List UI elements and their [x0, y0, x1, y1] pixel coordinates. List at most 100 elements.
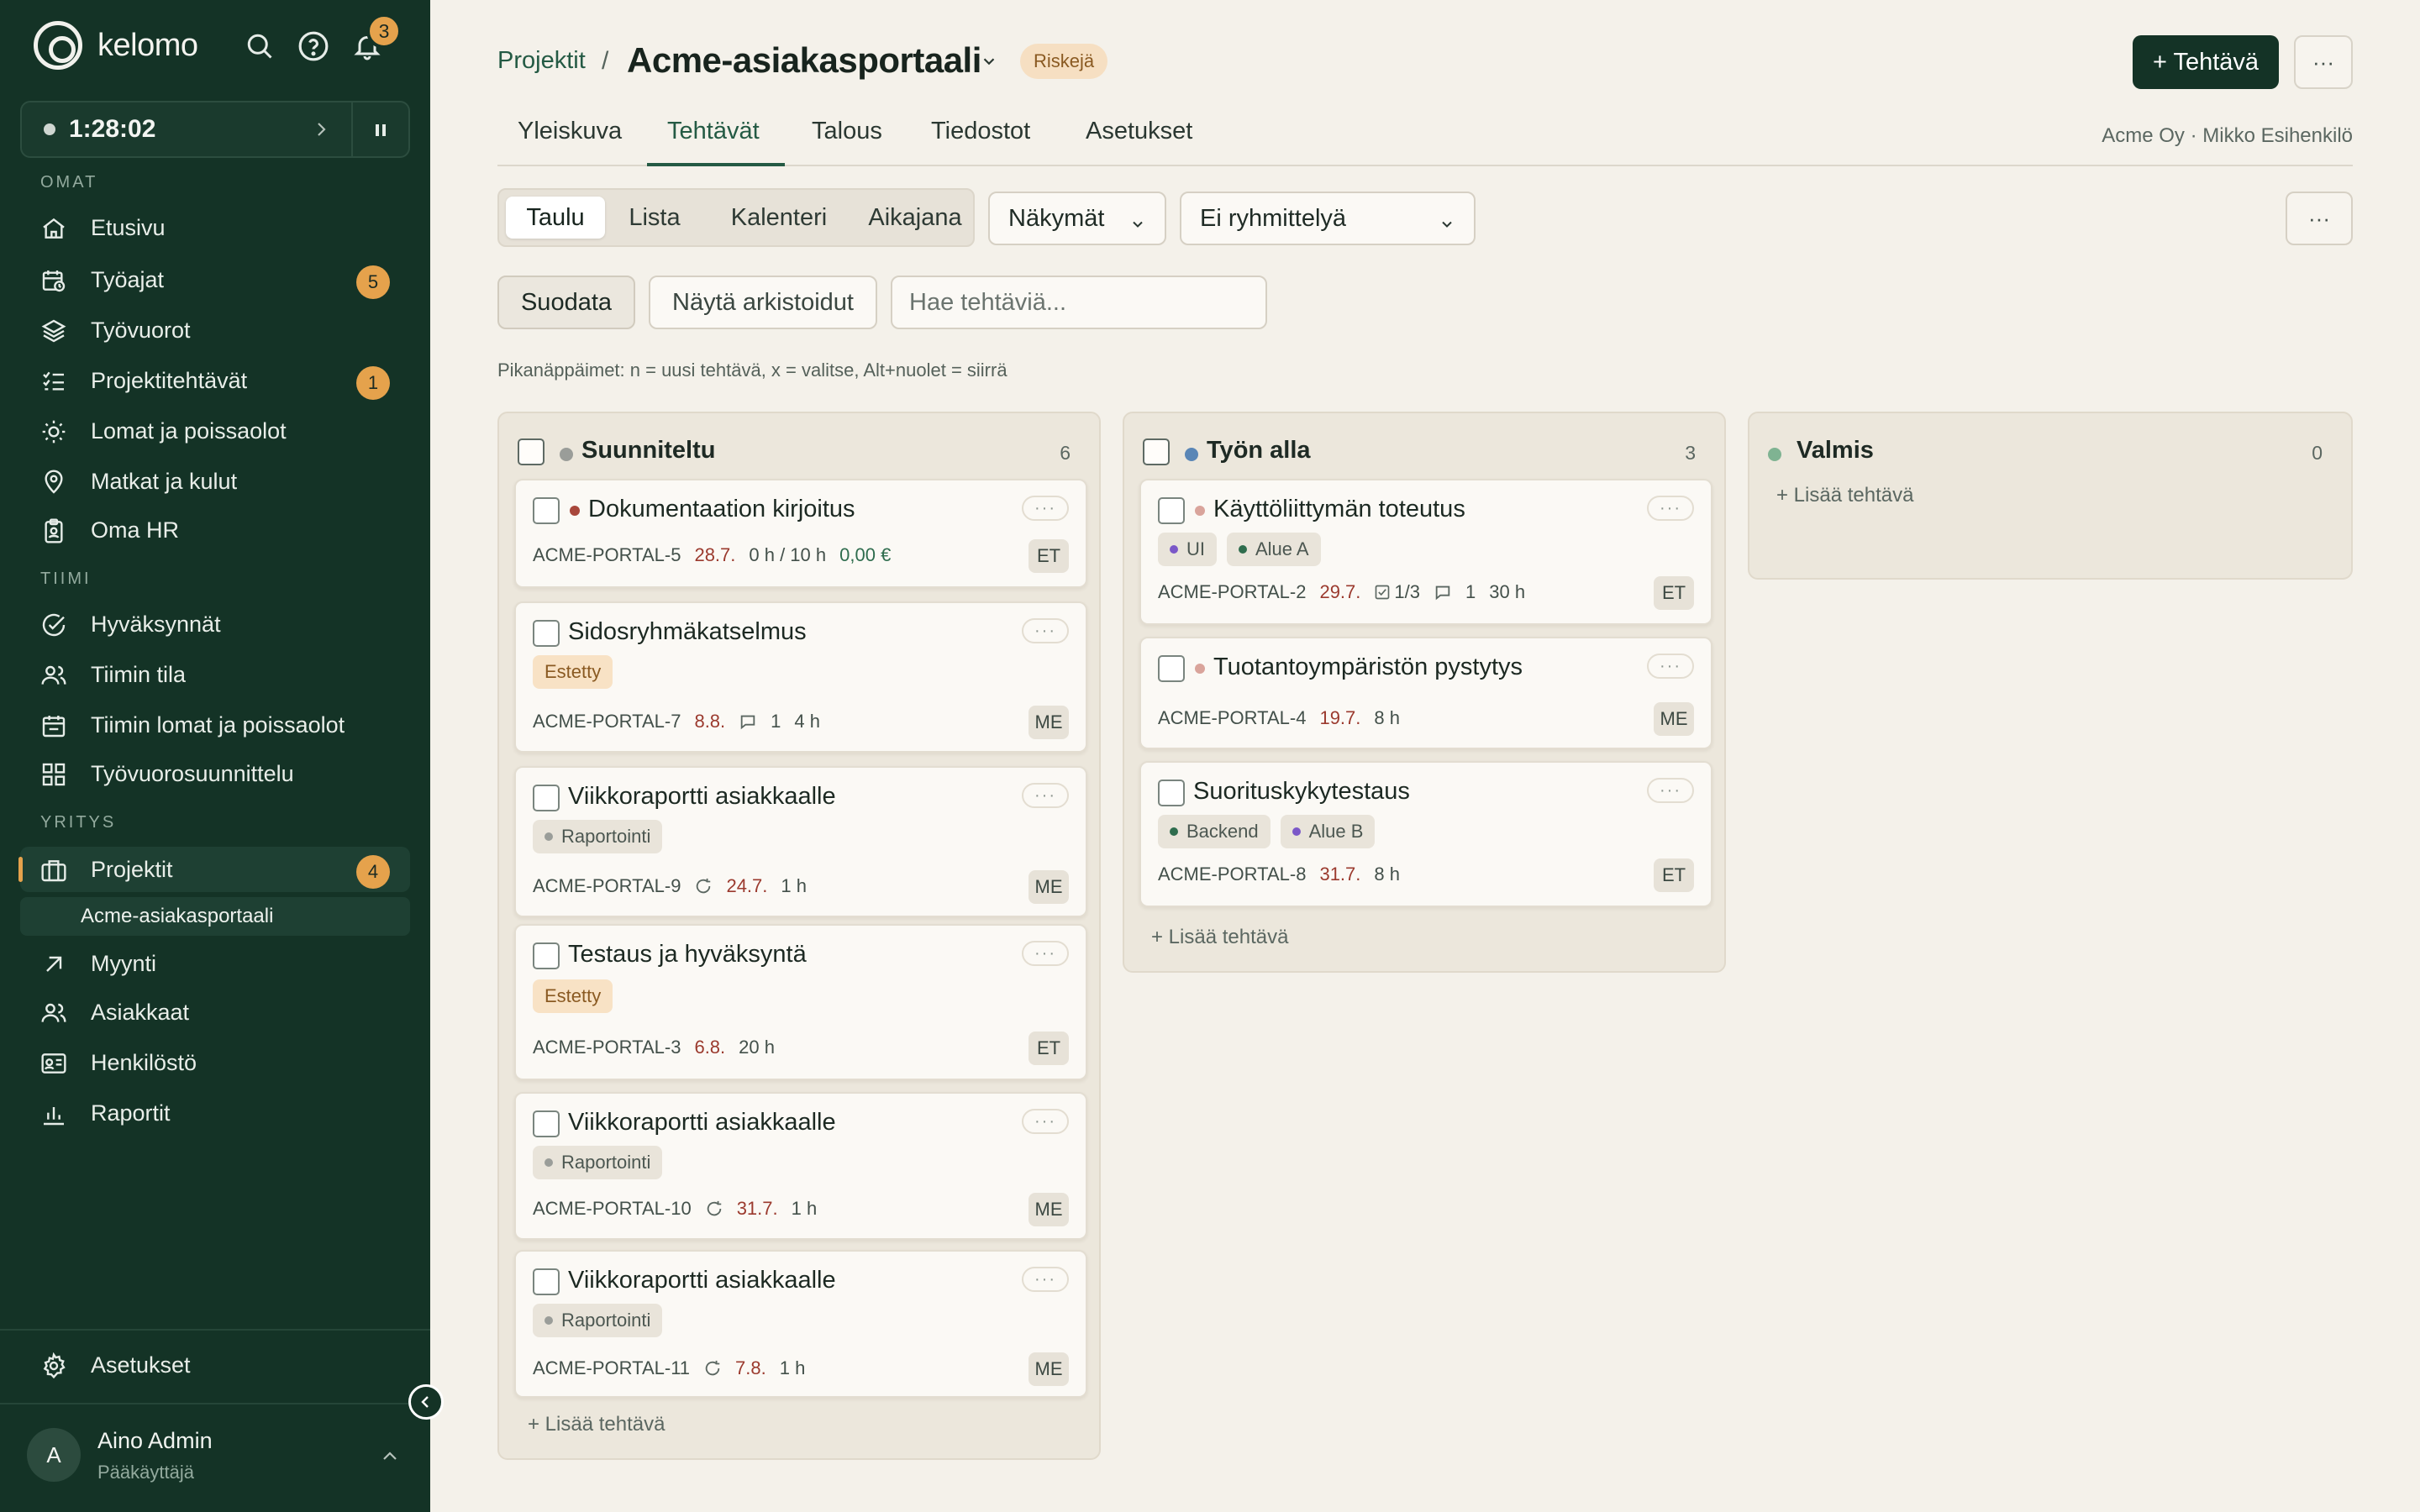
sidebar-item-asetukset[interactable]: Asetukset — [20, 1342, 410, 1388]
assignee-avatar[interactable]: ET — [1654, 858, 1694, 892]
user-menu[interactable]: A Aino Admin Pääkäyttäjä — [27, 1428, 213, 1483]
task-id: ACME-PORTAL-9 — [533, 875, 681, 896]
more-options-button[interactable]: ··· — [2294, 35, 2353, 89]
assignee-avatar[interactable]: ET — [1028, 1032, 1069, 1065]
bell-icon[interactable]: 3 — [351, 13, 402, 62]
sidebar-item-oma-hr[interactable]: Oma HR — [20, 507, 410, 553]
sidebar-item-matkat[interactable]: Matkat ja kulut — [20, 459, 410, 504]
sidebar-item-projektit[interactable]: Projektit 4 — [18, 847, 410, 892]
task-card[interactable]: Sidosryhmäkatselmus ··· Estetty ACME-POR… — [514, 601, 1087, 753]
card-more-button[interactable]: ··· — [1647, 654, 1694, 679]
sidebar-item-tiimin-lomat[interactable]: Tiimin lomat ja poissaolot — [20, 702, 410, 748]
tab-talous[interactable]: Talous — [812, 118, 882, 145]
add-task-button[interactable]: + Lisää tehtävä — [1776, 484, 1913, 507]
card-more-button[interactable]: ··· — [1647, 496, 1694, 521]
chevron-down-icon[interactable] — [980, 52, 998, 75]
add-task-button[interactable]: + Lisää tehtävä — [528, 1413, 665, 1436]
assignee-avatar[interactable]: ME — [1028, 706, 1069, 739]
sidebar-item-etusivu[interactable]: Etusivu — [20, 205, 410, 250]
add-task-button[interactable]: + Lisää tehtävä — [1151, 926, 1288, 949]
task-checkbox[interactable] — [533, 620, 560, 647]
board-options-button[interactable]: ··· — [2286, 192, 2353, 245]
task-card[interactable]: Tuotantoympäristön pystytys ··· ACME-POR… — [1139, 637, 1712, 749]
assignee-avatar[interactable]: ET — [1028, 539, 1069, 573]
card-more-button[interactable]: ··· — [1022, 496, 1069, 521]
help-icon[interactable] — [297, 30, 329, 62]
sidebar-item-projektitehtavat[interactable]: Projektitehtävät 1 — [20, 358, 410, 403]
sidebar-item-label: Raportit — [91, 1100, 171, 1126]
sidebar-item-raportit[interactable]: Raportit — [20, 1090, 410, 1136]
brand[interactable]: kelomo — [34, 20, 198, 71]
chevron-down-icon — [1129, 212, 1146, 239]
status-dot — [1768, 448, 1781, 461]
task-checkbox[interactable] — [533, 1110, 560, 1137]
task-card[interactable]: Suorituskykytestaus ··· Backend Alue B A… — [1139, 761, 1712, 907]
sidebar-item-tyovuorot[interactable]: Työvuorot — [20, 307, 410, 353]
tab-tehtavat[interactable]: Tehtävät — [667, 118, 760, 145]
filter-button[interactable]: Suodata — [497, 276, 635, 329]
card-more-button[interactable]: ··· — [1022, 1267, 1069, 1292]
search-input[interactable] — [891, 276, 1267, 329]
task-card[interactable]: Viikkoraportti asiakkaalle ··· Raportoin… — [514, 1092, 1087, 1240]
sidebar-item-asiakkaat[interactable]: Asiakkaat — [20, 990, 410, 1035]
page-title[interactable]: Acme-asiakasportaali — [627, 40, 981, 81]
task-card[interactable]: Dokumentaation kirjoitus ··· ACME-PORTAL… — [514, 479, 1087, 588]
sidebar-item-tiimin-tila[interactable]: Tiimin tila — [20, 652, 410, 697]
task-meta: ACME-PORTAL-5 28.7. 0 h / 10 h 0,00 € — [533, 544, 891, 566]
grouping-dropdown[interactable]: Ei ryhmittelyä — [1180, 192, 1476, 245]
task-checkbox[interactable] — [1158, 655, 1185, 682]
collapse-sidebar-button[interactable] — [408, 1384, 444, 1420]
new-task-button[interactable]: + Tehtävä — [2133, 35, 2279, 89]
sidebar-item-henkilosto[interactable]: Henkilöstö — [20, 1040, 410, 1085]
view-lista[interactable]: Lista — [612, 197, 697, 239]
view-taulu[interactable]: Taulu — [506, 197, 605, 239]
show-archived-button[interactable]: Näytä arkistoidut — [649, 276, 877, 329]
assignee-avatar[interactable]: ME — [1028, 1193, 1069, 1226]
sidebar-item-myynti[interactable]: Myynti — [20, 941, 410, 986]
task-checkbox[interactable] — [533, 942, 560, 969]
chevron-up-icon[interactable] — [380, 1446, 400, 1471]
chevron-right-icon[interactable] — [311, 119, 331, 144]
task-checkbox[interactable] — [533, 497, 560, 524]
pause-icon[interactable] — [371, 121, 390, 144]
task-title: Testaus ja hyväksyntä — [568, 941, 807, 968]
time-tracker[interactable]: 1:28:02 — [20, 101, 410, 158]
sidebar-item-lomat[interactable]: Lomat ja poissaolot — [20, 408, 410, 454]
task-id: ACME-PORTAL-7 — [533, 711, 681, 732]
card-more-button[interactable]: ··· — [1022, 941, 1069, 966]
task-checkbox[interactable] — [533, 1268, 560, 1295]
task-title: Sidosryhmäkatselmus — [568, 618, 807, 645]
select-column-checkbox[interactable] — [1143, 438, 1170, 465]
views-dropdown[interactable]: Näkymät — [988, 192, 1166, 245]
assignee-avatar[interactable]: ME — [1028, 1352, 1069, 1386]
assignee-avatar[interactable]: ET — [1654, 576, 1694, 610]
task-card[interactable]: Viikkoraportti asiakkaalle ··· Raportoin… — [514, 1250, 1087, 1398]
task-card[interactable]: Viikkoraportti asiakkaalle ··· Raportoin… — [514, 766, 1087, 917]
sidebar-subitem-acme[interactable]: Acme-asiakasportaali — [20, 897, 410, 936]
task-checkbox[interactable] — [533, 785, 560, 811]
card-more-button[interactable]: ··· — [1022, 1109, 1069, 1134]
view-kalenteri[interactable]: Kalenteri — [704, 197, 854, 239]
card-more-button[interactable]: ··· — [1647, 778, 1694, 803]
search-icon[interactable] — [244, 30, 276, 62]
task-card[interactable]: Käyttöliittymän toteutus ··· UI Alue A A… — [1139, 479, 1712, 625]
breadcrumb-projektit[interactable]: Projektit — [497, 47, 586, 75]
task-card[interactable]: Testaus ja hyväksyntä ··· Estetty ACME-P… — [514, 924, 1087, 1080]
tab-tiedostot[interactable]: Tiedostot — [931, 118, 1030, 145]
card-more-button[interactable]: ··· — [1022, 783, 1069, 808]
sidebar-item-label: Työvuorot — [91, 317, 191, 343]
task-checkbox[interactable] — [1158, 497, 1185, 524]
select-column-checkbox[interactable] — [518, 438, 544, 465]
task-due-date: 6.8. — [694, 1037, 726, 1058]
assignee-avatar[interactable]: ME — [1654, 702, 1694, 736]
tab-yleiskuva[interactable]: Yleiskuva — [518, 118, 622, 145]
sidebar-item-hyvaksynnat[interactable]: Hyväksynnät — [20, 601, 410, 647]
view-aikajana[interactable]: Aikajana — [859, 197, 971, 239]
tab-asetukset[interactable]: Asetukset — [1086, 118, 1192, 145]
priority-dot — [570, 506, 580, 516]
assignee-avatar[interactable]: ME — [1028, 870, 1069, 904]
task-checkbox[interactable] — [1158, 780, 1185, 806]
card-more-button[interactable]: ··· — [1022, 618, 1069, 643]
sidebar-item-tyoajat[interactable]: Työajat 5 — [20, 257, 410, 302]
sidebar-item-tyovuorosuunnittelu[interactable]: Työvuorosuunnittelu — [20, 751, 410, 796]
